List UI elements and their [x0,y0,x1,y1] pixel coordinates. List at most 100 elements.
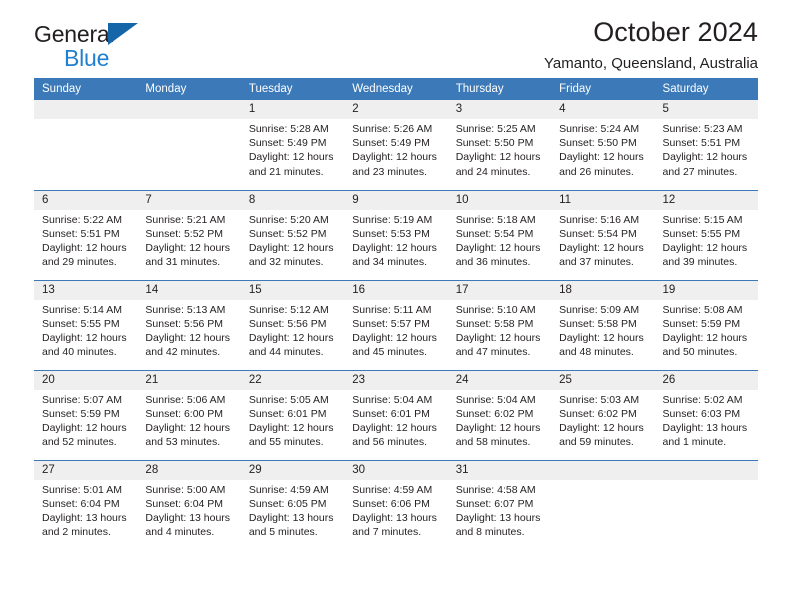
sunset-text: Sunset: 6:04 PM [145,497,224,510]
day-details: Sunrise: 5:16 AM Sunset: 5:54 PM Daylight:… [551,210,654,270]
calendar-day-cell[interactable]: 16 Sunrise: 5:11 AM Sunset: 5:57 PM Dayligh… [344,279,448,370]
day-number: 8 [240,190,345,210]
sunset-text: Sunset: 5:52 PM [248,227,327,240]
sunrise-sunset-calendar: Sunday Monday Tuesday Wednesday Thursday… [34,78,758,550]
calendar-day-cell[interactable]: 1 Sunrise: 5:28 AM Sunset: 5:49 PM Daylight… [240,100,345,190]
calendar-day-cell[interactable]: 12 Sunrise: 5:15 AM Sunset: 5:55 PM Dayligh… [654,189,758,280]
sunrise-text: Sunrise: 5:11 AM [352,303,432,316]
calendar-day-cell[interactable]: 3 Sunrise: 5:25 AM Sunset: 5:50 PM Daylight… [447,100,552,190]
day-number: 23 [344,370,448,390]
calendar-day-cell[interactable]: 4 Sunrise: 5:24 AM Sunset: 5:50 PM Daylight… [551,100,655,190]
calendar-day-cell[interactable]: 15 Sunrise: 5:12 AM Sunset: 5:56 PM Dayligh… [240,279,345,370]
day-number: 29 [240,460,345,480]
calendar-day-cell[interactable]: 5 Sunrise: 5:23 AM Sunset: 5:51 PM Daylight… [654,100,758,190]
sunset-text: Sunset: 5:49 PM [352,137,430,150]
sunrise-text: Sunrise: 5:15 AM [662,213,743,226]
sunrise-text: Sunrise: 5:22 AM [42,213,122,226]
sunrise-text: Sunrise: 5:20 AM [248,213,329,226]
daylight-text: Daylight: 12 hours and 29 minutes. [42,241,127,269]
daylight-text: Daylight: 12 hours and 55 minutes. [248,421,334,449]
calendar-day-cell[interactable]: 9 Sunrise: 5:19 AM Sunset: 5:53 PM Daylight… [344,189,448,280]
calendar-day-cell[interactable]: 11 Sunrise: 5:16 AM Sunset: 5:54 PM Dayligh… [551,189,655,280]
day-details: Sunrise: 5:08 AM Sunset: 5:59 PM Daylight:… [655,300,758,360]
day-details: Sunrise: 5:02 AM Sunset: 6:03 PM Daylight:… [655,390,758,450]
calendar-week-row: 27 Sunrise: 5:01 AM Sunset: 6:04 PM Dayligh… [34,459,758,550]
weekday-header-wednesday: Wednesday [344,78,448,100]
sunrise-text: Sunrise: 5:24 AM [559,123,640,135]
calendar-day-cell[interactable]: 21 Sunrise: 5:06 AM Sunset: 6:00 PM Dayligh… [137,369,241,460]
calendar-day-cell[interactable]: 19 Sunrise: 5:08 AM Sunset: 5:59 PM Dayligh… [654,279,758,370]
day-details: Sunrise: 5:13 AM Sunset: 5:56 PM Daylight:… [137,300,240,360]
day-details: Sunrise: 5:06 AM Sunset: 6:00 PM Daylight:… [137,390,240,450]
weekday-header-sunday: Sunday [34,78,138,100]
sunrise-text: Sunrise: 4:59 AM [248,483,329,496]
day-number: 6 [34,190,138,210]
sunset-text: Sunset: 5:55 PM [662,227,741,240]
calendar-day-cell[interactable]: 2 Sunrise: 5:26 AM Sunset: 5:49 PM Daylight… [344,100,448,190]
calendar-day-cell[interactable]: 28 Sunrise: 5:00 AM Sunset: 6:04 PM Dayligh… [137,459,241,550]
day-number [137,100,241,119]
sunset-text: Sunset: 6:03 PM [662,407,741,420]
weekday-header-friday: Friday [551,78,655,100]
daylight-text: Daylight: 12 hours and 36 minutes. [455,241,541,269]
sunset-text: Sunset: 5:52 PM [145,227,224,240]
page-title: October 2024 [593,17,758,47]
calendar-day-cell[interactable]: 10 Sunrise: 5:18 AM Sunset: 5:54 PM Dayligh… [447,189,552,280]
sunrise-text: Sunrise: 5:03 AM [559,393,640,406]
day-details: Sunrise: 5:00 AM Sunset: 6:04 PM Daylight:… [137,480,240,540]
daylight-text: Daylight: 13 hours and 8 minutes. [455,511,541,539]
sunset-text: Sunset: 6:00 PM [145,407,224,420]
daylight-text: Daylight: 12 hours and 26 minutes. [559,151,644,178]
sunrise-text: Sunrise: 5:14 AM [42,303,122,316]
day-number: 20 [34,370,138,390]
sunset-text: Sunset: 6:04 PM [42,497,120,510]
daylight-text: Daylight: 13 hours and 4 minutes. [145,511,231,539]
day-details: Sunrise: 5:07 AM Sunset: 5:59 PM Daylight:… [34,390,137,450]
day-number: 10 [447,190,552,210]
calendar-day-cell[interactable]: 27 Sunrise: 5:01 AM Sunset: 6:04 PM Dayligh… [34,459,138,550]
calendar-day-cell[interactable]: 26 Sunrise: 5:02 AM Sunset: 6:03 PM Dayligh… [654,369,758,460]
daylight-text: Daylight: 12 hours and 32 minutes. [248,241,334,269]
daylight-text: Daylight: 12 hours and 23 minutes. [352,151,437,178]
calendar-week-row: 13 Sunrise: 5:14 AM Sunset: 5:55 PM Dayligh… [34,279,758,370]
calendar-day-cell[interactable]: 23 Sunrise: 5:04 AM Sunset: 6:01 PM Dayligh… [344,369,448,460]
sunrise-text: Sunrise: 5:26 AM [352,123,433,135]
day-details: Sunrise: 5:04 AM Sunset: 6:01 PM Daylight:… [344,390,447,450]
day-details: Sunrise: 5:24 AM Sunset: 5:50 PM Daylight:… [551,119,654,179]
day-details: Sunrise: 5:25 AM Sunset: 5:50 PM Daylight:… [448,119,551,179]
sunrise-text: Sunrise: 5:10 AM [455,303,536,316]
day-number: 3 [447,100,552,119]
sunrise-text: Sunrise: 5:16 AM [559,213,640,226]
calendar-day-cell[interactable]: 17 Sunrise: 5:10 AM Sunset: 5:58 PM Dayligh… [447,279,552,370]
day-details: Sunrise: 5:12 AM Sunset: 5:56 PM Daylight:… [241,300,344,360]
sunrise-text: Sunrise: 5:08 AM [662,303,743,316]
calendar-day-cell[interactable]: 22 Sunrise: 5:05 AM Sunset: 6:01 PM Dayligh… [240,369,345,460]
calendar-day-cell[interactable]: 14 Sunrise: 5:13 AM Sunset: 5:56 PM Dayligh… [137,279,241,370]
page-subtitle: Yamanto, Queensland, Australia [543,55,758,72]
calendar-day-cell[interactable]: 29 Sunrise: 4:59 AM Sunset: 6:05 PM Dayligh… [240,459,345,550]
calendar-day-cell-empty [34,100,138,190]
general-blue-logo[interactable]: General Blue [34,22,234,70]
sunset-text: Sunset: 6:06 PM [352,497,430,510]
calendar-day-cell[interactable]: 24 Sunrise: 5:04 AM Sunset: 6:02 PM Dayligh… [447,369,552,460]
day-number: 24 [447,370,552,390]
sunset-text: Sunset: 5:51 PM [42,227,120,240]
day-number [654,460,758,480]
calendar-day-cell[interactable]: 31 Sunrise: 4:58 AM Sunset: 6:07 PM Dayligh… [447,459,552,550]
calendar-day-cell[interactable]: 6 Sunrise: 5:22 AM Sunset: 5:51 PM Daylight… [34,189,138,280]
day-number: 2 [344,100,448,119]
sunrise-text: Sunrise: 5:02 AM [662,393,743,406]
day-number: 25 [551,370,655,390]
sunrise-text: Sunrise: 5:04 AM [455,393,536,406]
day-details: Sunrise: 5:19 AM Sunset: 5:53 PM Daylight:… [344,210,447,270]
calendar-day-cell[interactable]: 8 Sunrise: 5:20 AM Sunset: 5:52 PM Daylight… [240,189,345,280]
calendar-day-cell[interactable]: 18 Sunrise: 5:09 AM Sunset: 5:58 PM Dayligh… [551,279,655,370]
calendar-day-cell[interactable]: 13 Sunrise: 5:14 AM Sunset: 5:55 PM Dayligh… [34,279,138,370]
calendar-day-cell[interactable]: 7 Sunrise: 5:21 AM Sunset: 5:52 PM Daylight… [137,189,241,280]
sunrise-text: Sunrise: 5:09 AM [559,303,640,316]
weekday-header-monday: Monday [137,78,241,100]
calendar-day-cell[interactable]: 20 Sunrise: 5:07 AM Sunset: 5:59 PM Dayligh… [34,369,138,460]
calendar-day-cell[interactable]: 30 Sunrise: 4:59 AM Sunset: 6:06 PM Dayligh… [344,459,448,550]
sunrise-text: Sunrise: 5:00 AM [145,483,226,496]
calendar-day-cell[interactable]: 25 Sunrise: 5:03 AM Sunset: 6:02 PM Dayligh… [551,369,655,460]
